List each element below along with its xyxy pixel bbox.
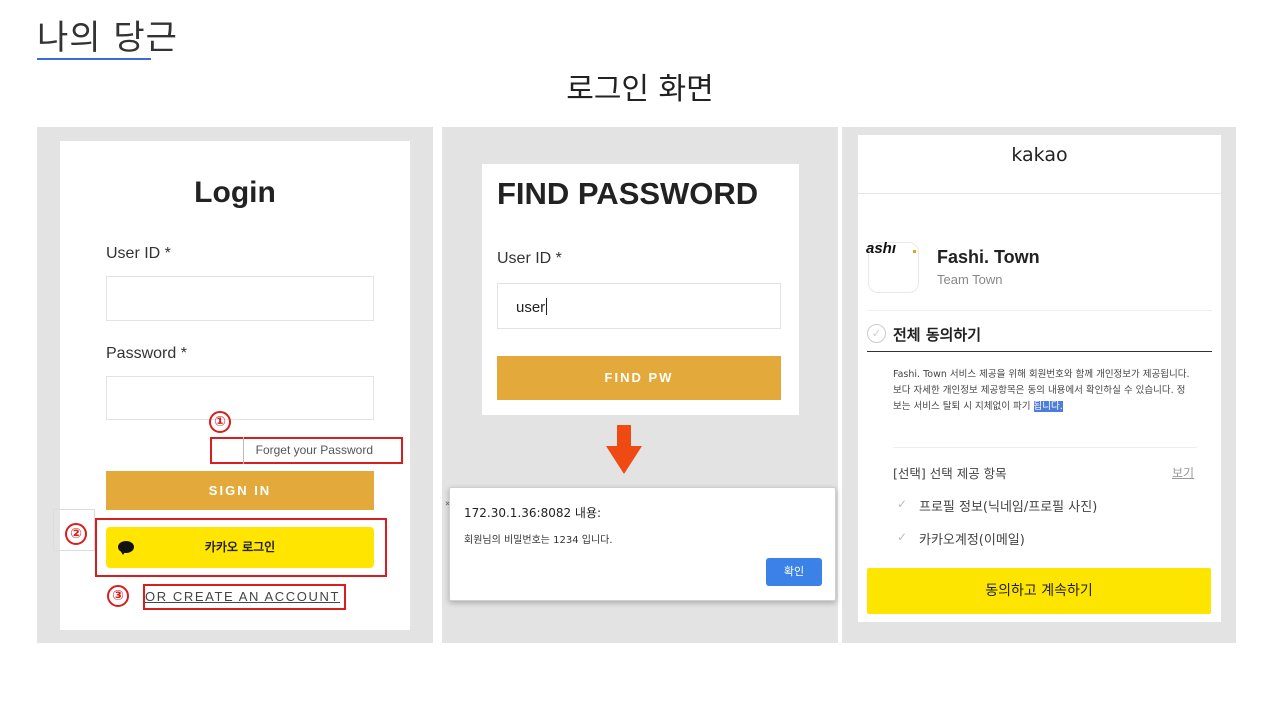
fp-user-id-label: User ID *: [497, 250, 562, 267]
view-link[interactable]: 보기: [1172, 464, 1194, 481]
marker-2: ②: [65, 523, 87, 545]
optional-item-email[interactable]: 카카오계정(이메일): [919, 529, 1025, 548]
slide-subtitle: 로그인 화면: [566, 72, 714, 107]
check-icon[interactable]: ✓: [897, 497, 907, 511]
optional-title: [선택] 선택 제공 항목: [893, 466, 1007, 481]
optional-item-profile[interactable]: 프로필 정보(닉네임/프로필 사진): [919, 496, 1097, 515]
kakao-logo: kakao: [1011, 144, 1068, 166]
header-divider: [858, 193, 1221, 194]
create-account-link[interactable]: OR CREATE AN ACCOUNT: [145, 589, 340, 604]
sign-in-button[interactable]: SIGN IN: [106, 471, 374, 510]
optional-divider: [893, 447, 1197, 448]
agree-continue-button[interactable]: 동의하고 계속하기: [867, 568, 1211, 614]
password-input[interactable]: [106, 376, 374, 420]
find-password-title: FIND PASSWORD: [497, 176, 759, 211]
divider: [243, 437, 244, 464]
arrow-down-icon-head: [606, 446, 642, 474]
arrow-down-icon: [617, 425, 631, 447]
app-name: Fashi. Town: [937, 247, 1040, 267]
consent-description: Fashi. Town 서비스 제공을 위해 회원번호와 함께 개인정보가 제공…: [893, 367, 1193, 415]
text-caret: [546, 298, 548, 315]
selected-text: 됩니다.: [1033, 401, 1063, 412]
speech-bubble-tail: [120, 550, 126, 555]
agree-all-label[interactable]: 전체 동의하기: [893, 324, 981, 345]
app-icon-dot: [913, 250, 916, 253]
find-pw-button[interactable]: FIND PW: [497, 356, 781, 400]
forgot-password-link[interactable]: Forget your Password: [210, 437, 403, 464]
check-icon[interactable]: ✓: [897, 530, 907, 544]
alert-title: 172.30.1.36:8082 내용:: [464, 506, 602, 520]
app-divider: [867, 310, 1212, 311]
fp-user-id-input[interactable]: user: [497, 283, 781, 329]
fp-user-id-value: user: [516, 299, 546, 316]
marker-3: ③: [107, 585, 129, 607]
app-icon-text: ashı: [866, 240, 897, 257]
kakao-login-button[interactable]: 카카오 로그인: [106, 527, 374, 568]
app-developer: Team Town: [937, 272, 1003, 287]
user-id-input[interactable]: [106, 276, 374, 321]
user-id-label: User ID *: [106, 245, 171, 262]
title-underline: [37, 58, 151, 60]
agree-divider: [867, 351, 1212, 352]
slide-title: 나의 당근: [37, 18, 178, 58]
alert-ok-button[interactable]: 확인: [766, 558, 822, 586]
agree-all-check-icon[interactable]: ✓: [867, 324, 886, 343]
login-title: Login: [194, 176, 276, 209]
marker-1: ①: [209, 411, 231, 433]
password-label: Password *: [106, 345, 187, 362]
alert-message: 회원님의 비밀번호는 1234 입니다.: [464, 535, 613, 546]
